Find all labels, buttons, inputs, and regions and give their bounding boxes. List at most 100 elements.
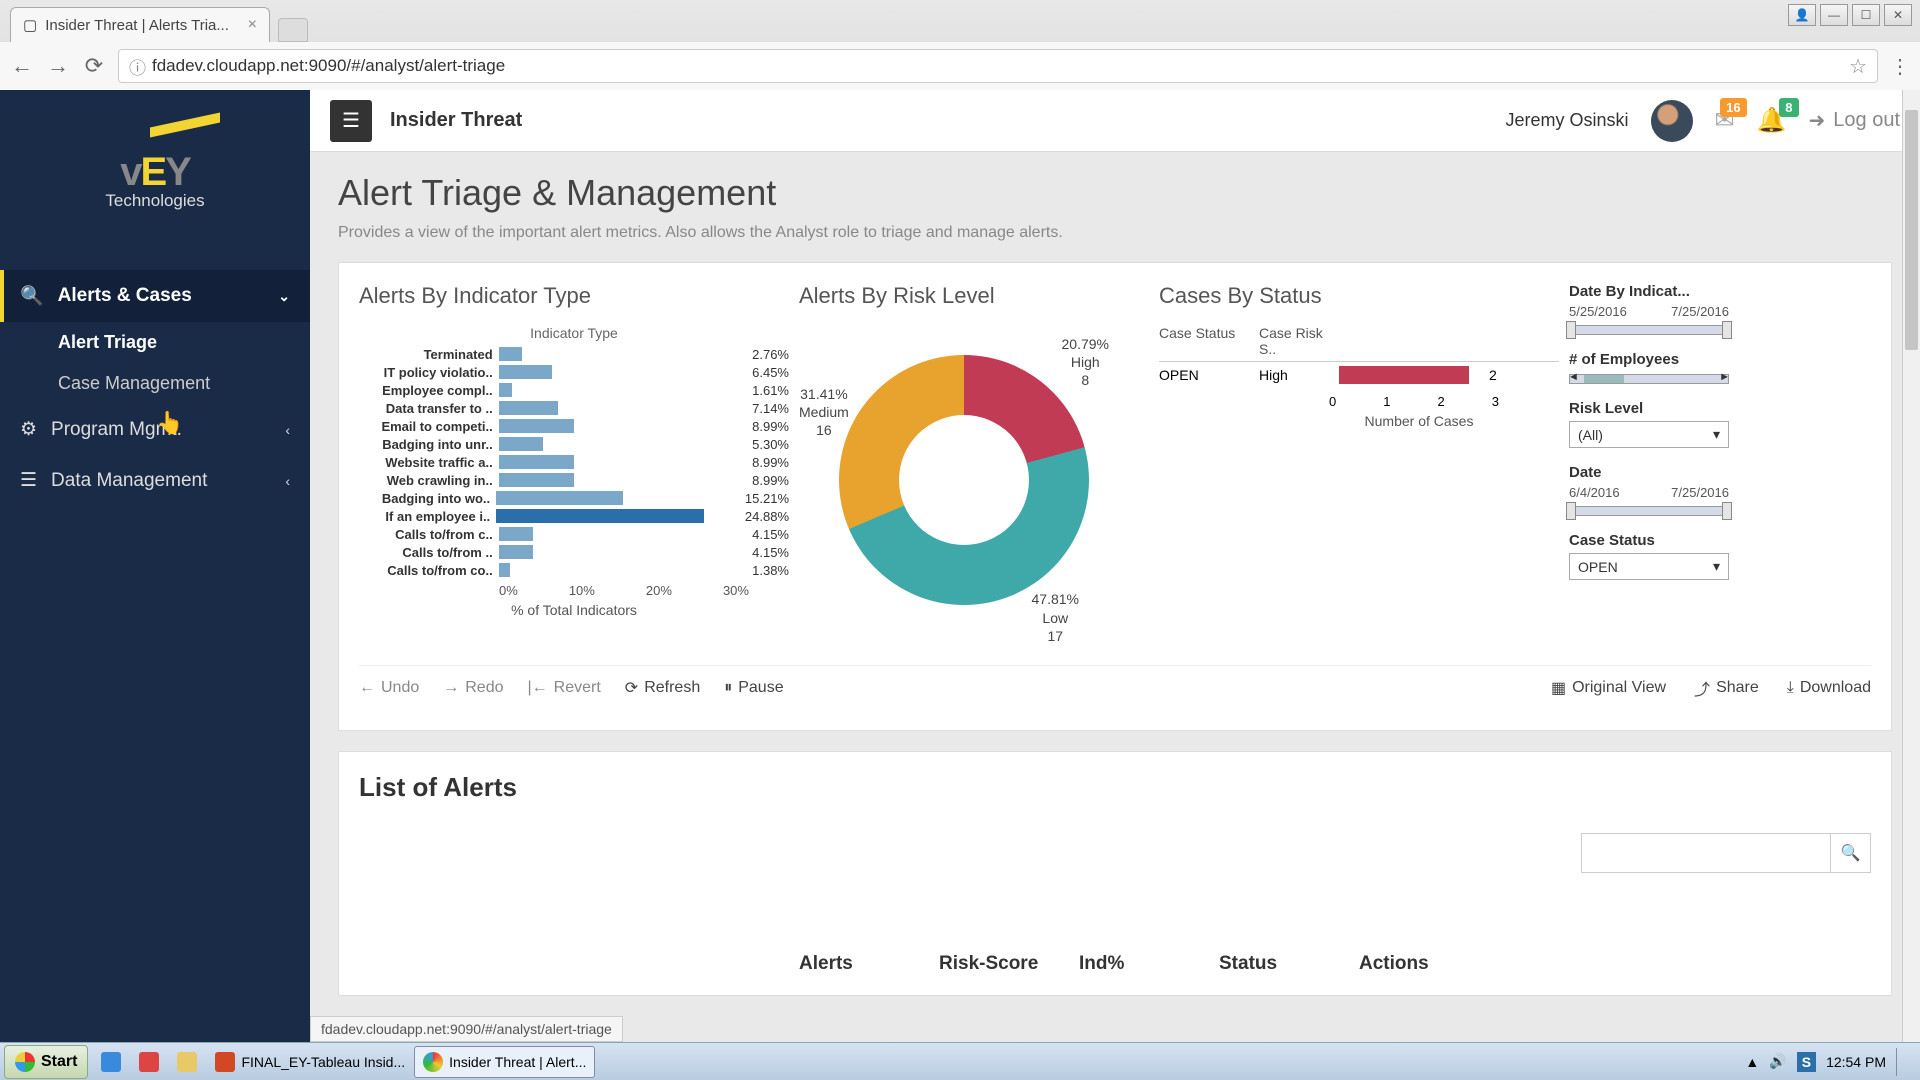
sidebar-item-alert-triage[interactable]: Alert Triage <box>0 322 310 363</box>
revert-button[interactable]: |← Revert <box>528 679 601 697</box>
column-header[interactable]: Status <box>1219 953 1319 975</box>
sidebar-section-alerts[interactable]: 🔍 Alerts & Cases ⌄ <box>0 270 310 322</box>
column-header[interactable]: Risk-Score <box>939 953 1039 975</box>
tab-favicon: ▢ <box>23 16 37 34</box>
pause-button[interactable]: ⏸ Pause <box>724 679 783 697</box>
site-info-icon[interactable]: ⓘ <box>129 54 146 79</box>
chevron-left-icon: ‹ <box>285 473 290 489</box>
sidebar: vEY Technologies 🔍 Alerts & Cases ⌄ Aler… <box>0 90 310 1042</box>
donut-label-medium: 31.41% Medium 16 <box>799 385 849 440</box>
table-row[interactable]: OPEN High 2 <box>1159 362 1559 388</box>
chart-risk-level: Alerts By Risk Level 20.79% High 8 47.81… <box>799 283 1149 655</box>
tab-title: Insider Threat | Alerts Tria... <box>45 17 229 34</box>
start-button[interactable]: Start <box>4 1045 88 1079</box>
logout-icon: ➜ <box>1809 108 1826 133</box>
sidebar-section-program[interactable]: ⚙ Program Mgmt. ‹ <box>0 404 310 455</box>
windows-icon <box>15 1052 35 1072</box>
taskbar-snip[interactable] <box>130 1046 168 1078</box>
logout-button[interactable]: ➜ Log out <box>1809 108 1901 133</box>
sidebar-section-data[interactable]: ☰ Data Management ‹ <box>0 455 310 506</box>
redo-button[interactable]: → Redo <box>443 679 503 697</box>
taskbar-explorer[interactable] <box>168 1046 206 1078</box>
tray-volume-icon[interactable]: 🔊 <box>1769 1053 1786 1070</box>
bar-row[interactable]: If an employee i.. 24.88% <box>359 507 789 525</box>
address-bar[interactable]: ⓘ fdadev.cloudapp.net:9090/#/analyst/ale… <box>118 49 1878 83</box>
bar-row[interactable]: Calls to/from .. 4.15% <box>359 543 789 561</box>
user-menu-icon[interactable]: 👤 <box>1788 4 1816 26</box>
original-view-button[interactable]: ▦ Original View <box>1551 676 1666 700</box>
chevron-left-icon: ‹ <box>285 422 290 438</box>
donut-label-high: 20.79% High 8 <box>1062 335 1110 390</box>
hamburger-menu[interactable]: ☰ <box>330 100 372 142</box>
taskbar-chrome[interactable]: Insider Threat | Alert... <box>414 1046 595 1078</box>
url-text: fdadev.cloudapp.net:9090/#/analyst/alert… <box>152 56 505 76</box>
bar-row[interactable]: Badging into wo.. 15.21% <box>359 489 789 507</box>
bar-row[interactable]: Email to competi.. 8.99% <box>359 417 789 435</box>
new-tab-button[interactable] <box>278 18 308 42</box>
column-header[interactable]: Actions <box>1359 953 1459 975</box>
list-title: List of Alerts <box>359 772 1871 803</box>
bar-row[interactable]: Badging into unr.. 5.30% <box>359 435 789 453</box>
search-field[interactable] <box>1582 834 1830 872</box>
avatar[interactable] <box>1651 100 1693 142</box>
page-title: Alert Triage & Management <box>338 172 1892 214</box>
gear-icon: ⚙ <box>20 418 37 441</box>
chevron-down-icon: ▾ <box>1713 558 1720 575</box>
taskbar-ppt[interactable]: FINAL_EY-Tableau Insid... <box>206 1046 414 1078</box>
username: Jeremy Osinski <box>1505 110 1628 131</box>
tray-s-icon[interactable]: S <box>1797 1052 1816 1072</box>
risk-level-dropdown[interactable]: (All)▾ <box>1569 421 1729 448</box>
chart-indicator-type: Alerts By Indicator Type Indicator Type … <box>359 283 789 655</box>
bar-row[interactable]: Data transfer to .. 7.14% <box>359 399 789 417</box>
maximize-button[interactable]: ☐ <box>1852 4 1880 26</box>
chart-cases-status: Cases By Status Case Status Case Risk S.… <box>1159 283 1559 655</box>
bookmark-star-icon[interactable]: ☆ <box>1849 54 1867 79</box>
taskbar-ie[interactable] <box>92 1046 130 1078</box>
chevron-down-icon: ▾ <box>1713 426 1720 443</box>
column-header[interactable]: Ind% <box>1079 953 1179 975</box>
case-status-dropdown[interactable]: OPEN▾ <box>1569 553 1729 580</box>
bar-row[interactable]: Website traffic a.. 8.99% <box>359 453 789 471</box>
page-description: Provides a view of the important alert m… <box>338 224 1892 242</box>
donut-chart[interactable] <box>839 355 1089 605</box>
mail-icon[interactable]: ✉16 <box>1715 106 1735 135</box>
logo: vEY Technologies <box>0 90 310 270</box>
tab-close-icon[interactable]: × <box>248 16 257 34</box>
refresh-button[interactable]: ⟳ Refresh <box>625 678 700 698</box>
donut-label-low: 47.81% Low 17 <box>1032 590 1080 645</box>
clock[interactable]: 12:54 PM <box>1826 1054 1886 1070</box>
download-button[interactable]: ⤓ Download <box>1787 676 1871 700</box>
close-window-button[interactable]: ✕ <box>1884 4 1912 26</box>
search-button[interactable]: 🔍 <box>1830 834 1870 872</box>
tray-arrow-icon[interactable]: ▲ <box>1745 1054 1759 1070</box>
bar-row[interactable]: Calls to/from co.. 1.38% <box>359 561 789 579</box>
bar-row[interactable]: Employee compl.. 1.61% <box>359 381 789 399</box>
sidebar-item-case-management[interactable]: Case Management <box>0 363 310 404</box>
bar-row[interactable]: Terminated 2.76% <box>359 345 789 363</box>
search-input[interactable]: 🔍 <box>1581 833 1871 873</box>
browser-menu-icon[interactable]: ⋮ <box>1890 54 1910 79</box>
bar-row[interactable]: Web crawling in.. 8.99% <box>359 471 789 489</box>
case-bar <box>1339 366 1469 384</box>
minimize-button[interactable]: — <box>1820 4 1848 26</box>
bar-row[interactable]: IT policy violatio.. 6.45% <box>359 363 789 381</box>
reload-button[interactable]: ⟳ <box>82 54 106 78</box>
bell-icon[interactable]: 🔔8 <box>1757 106 1787 135</box>
back-button[interactable]: ← <box>10 54 34 78</box>
date-indicator-slider[interactable] <box>1569 325 1729 335</box>
forward-button[interactable]: → <box>46 54 70 78</box>
scrollbar[interactable] <box>1902 90 1920 1042</box>
chevron-down-icon: ⌄ <box>278 288 290 305</box>
date-slider[interactable] <box>1569 506 1729 516</box>
show-desktop[interactable] <box>1896 1048 1908 1076</box>
browser-tab[interactable]: ▢ Insider Threat | Alerts Tria... × <box>10 7 270 42</box>
share-button[interactable]: ⤴ Share <box>1694 676 1759 700</box>
bar-row[interactable]: Calls to/from c.. 4.15% <box>359 525 789 543</box>
undo-button[interactable]: ← Undo <box>359 679 419 697</box>
employees-slider[interactable]: ◄ ► <box>1569 374 1729 384</box>
sliders-icon: ☰ <box>20 469 37 492</box>
search-icon: 🔍 <box>20 284 44 308</box>
filters-panel: Date By Indicat... 5/25/20167/25/2016 # … <box>1569 283 1729 655</box>
status-bar-link: fdadev.cloudapp.net:9090/#/analyst/alert… <box>310 1016 623 1042</box>
column-header[interactable]: Alerts <box>799 953 899 975</box>
